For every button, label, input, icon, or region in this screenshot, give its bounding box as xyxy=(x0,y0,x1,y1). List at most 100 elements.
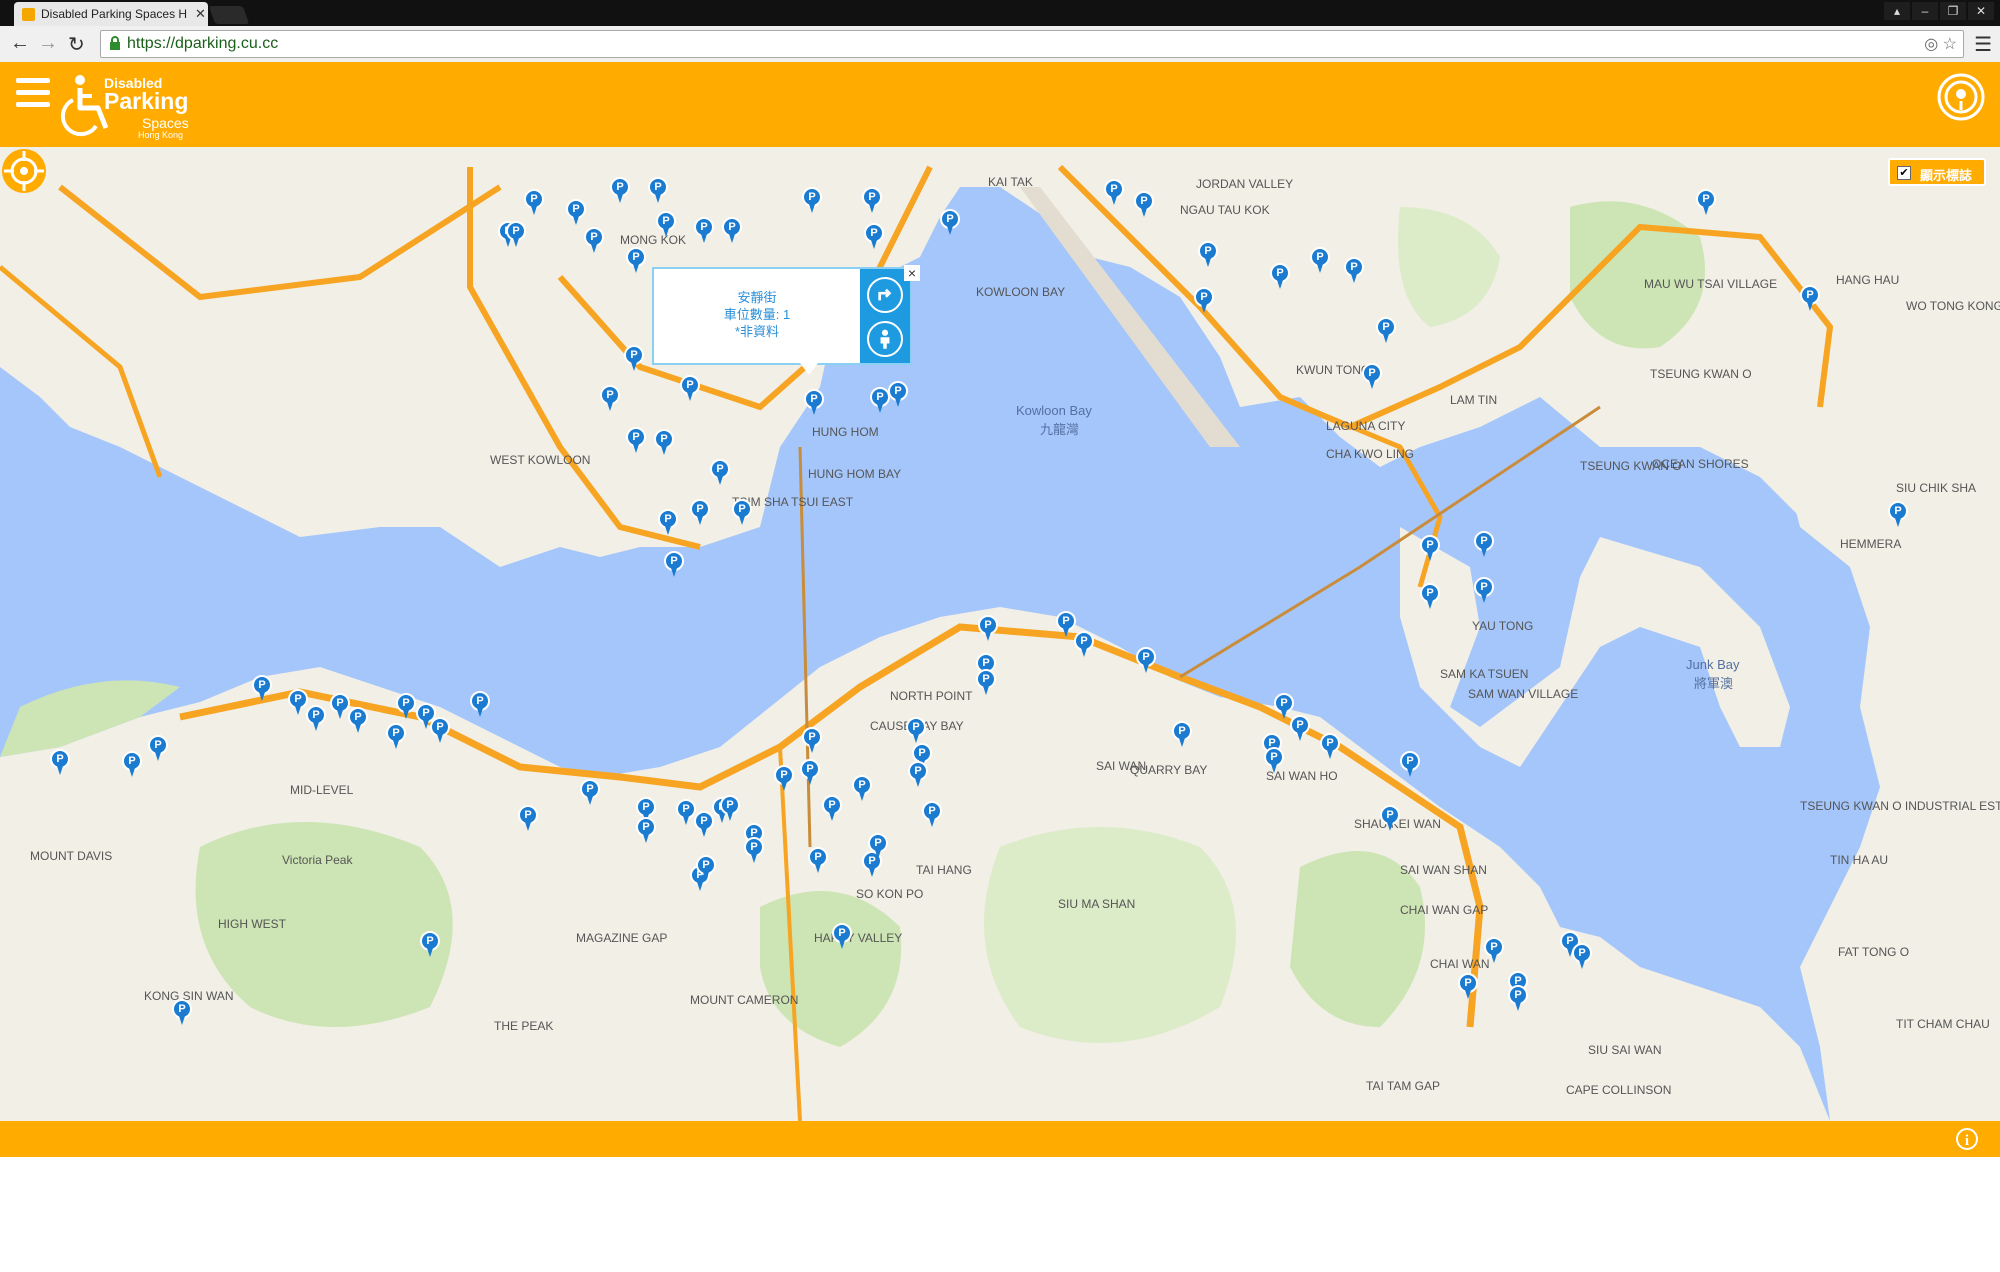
parking-pin-icon[interactable]: P xyxy=(1800,285,1820,313)
parking-pin-icon[interactable]: P xyxy=(1074,631,1094,659)
parking-pin-icon[interactable]: P xyxy=(680,375,700,403)
parking-pin-icon[interactable]: P xyxy=(1420,535,1440,563)
parking-pin-icon[interactable]: P xyxy=(1056,611,1076,639)
parking-pin-icon[interactable]: P xyxy=(694,217,714,245)
popup-close-icon[interactable]: × xyxy=(904,265,920,281)
map-canvas[interactable]: KAI TAK JORDAN VALLEY NGAU TAU KOK KOWLO… xyxy=(0,147,2000,1121)
parking-pin-icon[interactable]: P xyxy=(696,855,716,883)
parking-pin-icon[interactable]: P xyxy=(420,931,440,959)
parking-pin-icon[interactable]: P xyxy=(470,691,490,719)
parking-pin-icon[interactable]: P xyxy=(802,187,822,215)
parking-pin-icon[interactable]: P xyxy=(1194,287,1214,315)
new-tab-button[interactable] xyxy=(208,6,250,24)
parking-pin-icon[interactable]: P xyxy=(1264,747,1284,775)
parking-pin-icon[interactable]: P xyxy=(852,775,872,803)
street-view-icon[interactable] xyxy=(867,321,903,357)
parking-pin-icon[interactable]: P xyxy=(624,345,644,373)
parking-pin-icon[interactable]: P xyxy=(636,817,656,845)
parking-pin-icon[interactable]: P xyxy=(1474,577,1494,605)
parking-pin-icon[interactable]: P xyxy=(600,385,620,413)
my-location-icon[interactable] xyxy=(0,147,48,195)
parking-pin-icon[interactable]: P xyxy=(722,217,742,245)
parking-pin-icon[interactable]: P xyxy=(658,509,678,537)
parking-pin-icon[interactable]: P xyxy=(862,187,882,215)
parking-pin-icon[interactable]: P xyxy=(1134,191,1154,219)
directions-icon[interactable] xyxy=(867,277,903,313)
parking-pin-icon[interactable]: P xyxy=(348,707,368,735)
parking-pin-icon[interactable]: P xyxy=(804,389,824,417)
parking-pin-icon[interactable]: P xyxy=(1198,241,1218,269)
parking-pin-icon[interactable]: P xyxy=(648,177,668,205)
parking-pin-icon[interactable]: P xyxy=(610,177,630,205)
parking-pin-icon[interactable]: P xyxy=(1104,179,1124,207)
location-settings-icon[interactable] xyxy=(1936,72,1986,122)
parking-pin-icon[interactable]: P xyxy=(800,759,820,787)
parking-pin-icon[interactable]: P xyxy=(654,429,674,457)
parking-pin-icon[interactable]: P xyxy=(978,615,998,643)
parking-pin-icon[interactable]: P xyxy=(50,749,70,777)
parking-pin-icon[interactable]: P xyxy=(518,805,538,833)
parking-pin-icon[interactable]: P xyxy=(1320,733,1340,761)
parking-pin-icon[interactable]: P xyxy=(1484,937,1504,965)
user-icon[interactable]: ▴ xyxy=(1884,2,1910,20)
parking-pin-icon[interactable]: P xyxy=(664,551,684,579)
forward-arrow-icon[interactable]: → xyxy=(38,32,58,55)
parking-pin-icon[interactable]: P xyxy=(656,211,676,239)
parking-pin-icon[interactable]: P xyxy=(330,693,350,721)
parking-pin-icon[interactable]: P xyxy=(122,751,142,779)
parking-pin-icon[interactable]: P xyxy=(694,811,714,839)
parking-pin-icon[interactable]: P xyxy=(1420,583,1440,611)
tab-close-icon[interactable]: ✕ xyxy=(195,6,206,22)
parking-pin-icon[interactable]: P xyxy=(580,779,600,807)
bookmark-star-icon[interactable]: ◎ ☆ xyxy=(1924,34,1957,54)
parking-pin-icon[interactable]: P xyxy=(1270,263,1290,291)
parking-pin-icon[interactable]: P xyxy=(288,689,308,717)
hamburger-menu-icon[interactable] xyxy=(16,78,50,114)
parking-pin-icon[interactable]: P xyxy=(1400,751,1420,779)
parking-pin-icon[interactable]: P xyxy=(732,499,752,527)
parking-pin-icon[interactable]: P xyxy=(1376,317,1396,345)
parking-pin-icon[interactable]: P xyxy=(1508,985,1528,1013)
parking-pin-icon[interactable]: P xyxy=(524,189,544,217)
parking-pin-icon[interactable]: P xyxy=(710,459,730,487)
parking-pin-icon[interactable]: P xyxy=(1888,501,1908,529)
address-bar[interactable]: https://dparking.cu.cc ◎ ☆ xyxy=(100,30,1964,58)
parking-pin-icon[interactable]: P xyxy=(676,799,696,827)
parking-pin-icon[interactable]: P xyxy=(922,801,942,829)
parking-pin-icon[interactable]: P xyxy=(690,499,710,527)
restore-button[interactable]: ❐ xyxy=(1940,2,1966,20)
parking-pin-icon[interactable]: P xyxy=(976,669,996,697)
back-arrow-icon[interactable]: ← xyxy=(10,32,30,55)
parking-pin-icon[interactable]: P xyxy=(1458,973,1478,1001)
parking-pin-icon[interactable]: P xyxy=(1136,647,1156,675)
parking-pin-icon[interactable]: P xyxy=(888,381,908,409)
parking-pin-icon[interactable]: P xyxy=(802,727,822,755)
parking-pin-icon[interactable]: P xyxy=(148,735,168,763)
parking-pin-icon[interactable]: P xyxy=(506,221,526,249)
parking-pin-icon[interactable]: P xyxy=(1380,805,1400,833)
parking-pin-icon[interactable]: P xyxy=(1290,715,1310,743)
parking-pin-icon[interactable]: P xyxy=(396,693,416,721)
close-window-button[interactable]: ✕ xyxy=(1968,2,1994,20)
reload-icon[interactable]: ↻ xyxy=(68,32,85,57)
parking-pin-icon[interactable]: P xyxy=(940,209,960,237)
parking-pin-icon[interactable]: P xyxy=(1362,363,1382,391)
parking-pin-icon[interactable]: P xyxy=(808,847,828,875)
parking-pin-icon[interactable]: P xyxy=(1572,943,1592,971)
browser-tab[interactable]: Disabled Parking Spaces H ✕ xyxy=(14,2,208,26)
parking-pin-icon[interactable]: P xyxy=(1696,189,1716,217)
parking-pin-icon[interactable]: P xyxy=(744,837,764,865)
parking-pin-icon[interactable]: P xyxy=(1474,531,1494,559)
parking-pin-icon[interactable]: P xyxy=(906,717,926,745)
parking-pin-icon[interactable]: P xyxy=(306,705,326,733)
parking-pin-icon[interactable]: P xyxy=(584,227,604,255)
parking-pin-icon[interactable]: P xyxy=(1172,721,1192,749)
parking-pin-icon[interactable]: P xyxy=(626,247,646,275)
parking-pin-icon[interactable]: P xyxy=(1310,247,1330,275)
parking-pin-icon[interactable]: P xyxy=(870,387,890,415)
show-markers-toggle[interactable]: ✔ 顯示標誌 xyxy=(1888,158,1986,186)
parking-pin-icon[interactable]: P xyxy=(386,723,406,751)
parking-pin-icon[interactable]: P xyxy=(720,795,740,823)
checkbox-checked-icon[interactable]: ✔ xyxy=(1897,166,1911,180)
parking-pin-icon[interactable]: P xyxy=(868,833,888,861)
